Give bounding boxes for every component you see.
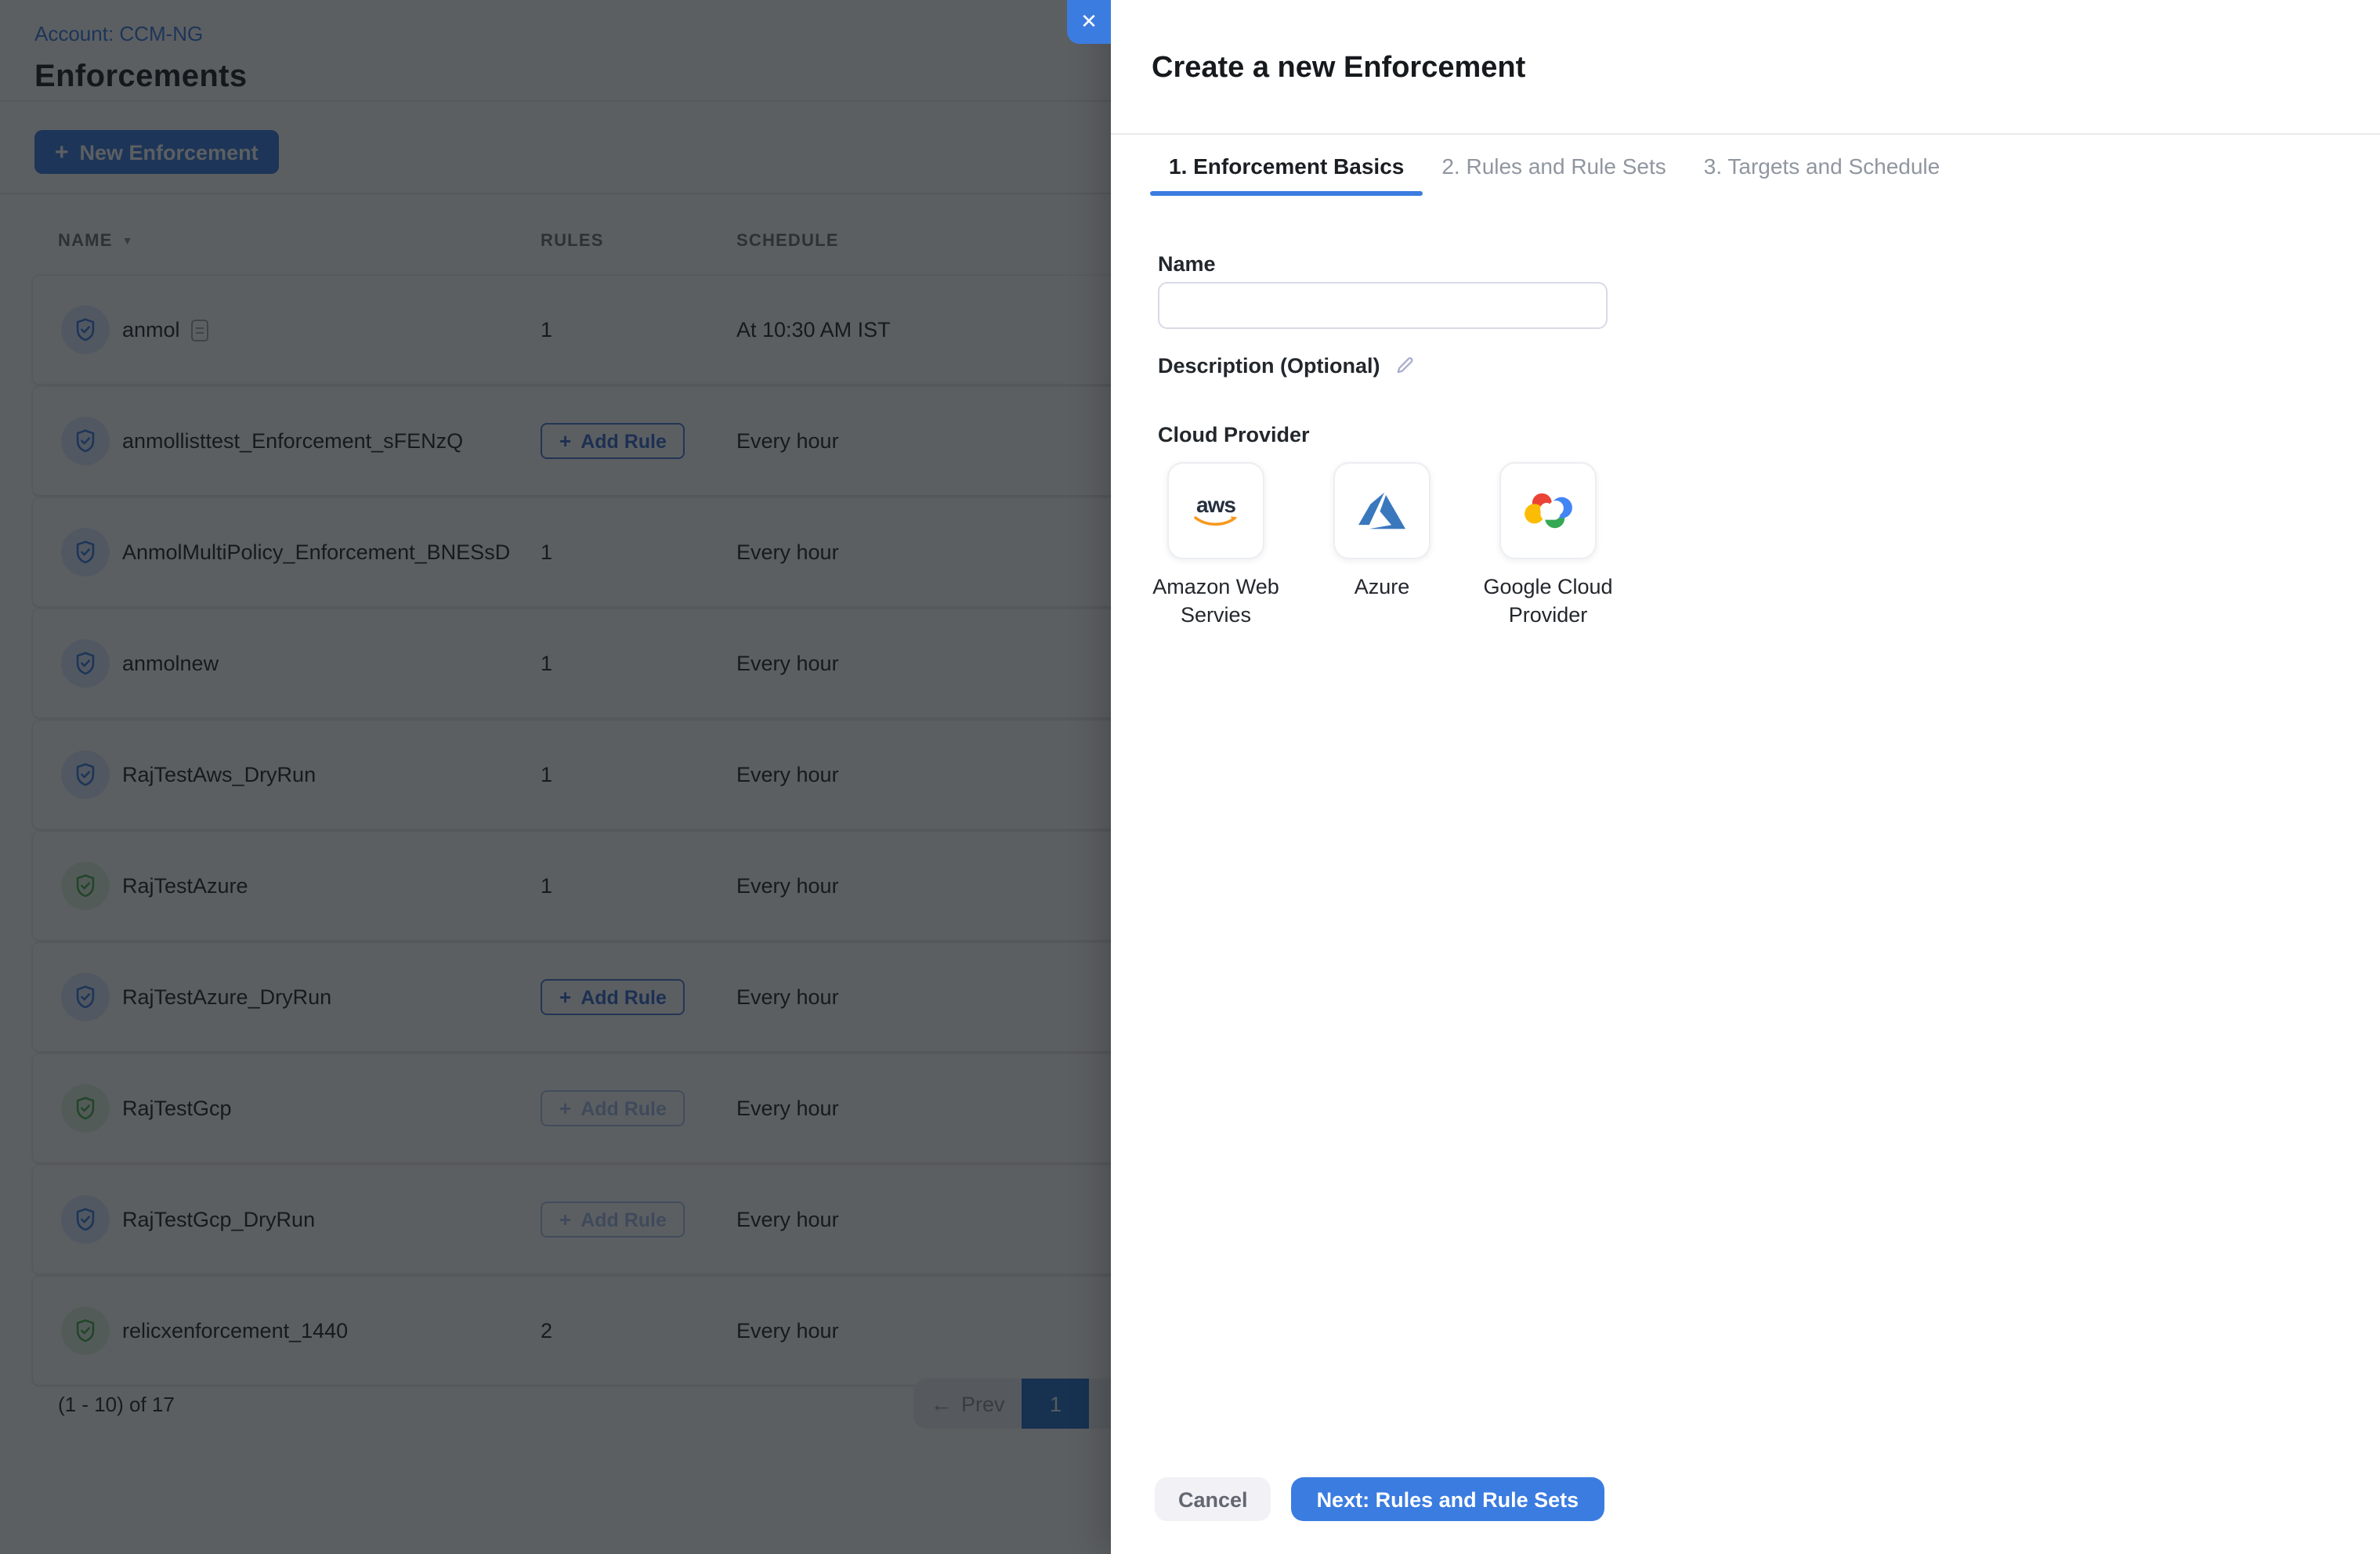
provider-option-aws[interactable]: aws Amazon Web Servies bbox=[1145, 462, 1286, 631]
tab-step-2[interactable]: 2. Rules and Rule Sets bbox=[1423, 135, 1684, 196]
close-icon: ✕ bbox=[1080, 9, 1098, 33]
name-input[interactable] bbox=[1158, 282, 1608, 329]
next-button[interactable]: Next: Rules and Rule Sets bbox=[1291, 1477, 1604, 1521]
drawer-close-button[interactable]: ✕ bbox=[1067, 0, 1111, 44]
provider-option-azure[interactable]: Azure bbox=[1311, 462, 1452, 631]
name-label: Name bbox=[1158, 252, 1216, 276]
provider-label-azure: Azure bbox=[1354, 575, 1410, 598]
aws-logo-icon: aws bbox=[1192, 493, 1239, 529]
app: Account: CCM-NG Enforcements + New Enfor… bbox=[0, 0, 2380, 1554]
cancel-button[interactable]: Cancel bbox=[1155, 1477, 1271, 1521]
provider-card-gcp[interactable] bbox=[1499, 462, 1597, 559]
create-enforcement-drawer: Create a new Enforcement 1. Enforcement … bbox=[1111, 0, 2380, 1554]
provider-card-azure[interactable] bbox=[1333, 462, 1431, 559]
provider-option-gcp[interactable]: Google Cloud Provider bbox=[1478, 462, 1619, 631]
provider-label-aws: Amazon Web Servies bbox=[1152, 575, 1279, 627]
cloud-provider-label: Cloud Provider bbox=[1158, 423, 1310, 446]
azure-logo-icon bbox=[1358, 492, 1405, 529]
tab-step-3[interactable]: 3. Targets and Schedule bbox=[1685, 135, 1959, 196]
tab-step-1[interactable]: 1. Enforcement Basics bbox=[1150, 135, 1423, 196]
provider-card-aws[interactable]: aws bbox=[1167, 462, 1264, 559]
description-row: Description (Optional) bbox=[1158, 354, 2380, 378]
description-label: Description (Optional) bbox=[1158, 354, 1380, 378]
drawer-footer: Cancel Next: Rules and Rule Sets bbox=[1155, 1477, 1604, 1521]
edit-description-icon[interactable] bbox=[1394, 356, 1415, 376]
drawer-tabs: 1. Enforcement Basics 2. Rules and Rule S… bbox=[1150, 135, 2380, 196]
drawer-title: Create a new Enforcement bbox=[1152, 52, 1526, 85]
gcp-logo-icon bbox=[1524, 492, 1572, 528]
enforcement-basics-form: Name Description (Optional) Cloud Provid… bbox=[1111, 196, 2380, 631]
cloud-provider-options: aws Amazon Web Servies Azure Google Clou… bbox=[1145, 462, 2380, 631]
provider-label-gcp: Google Cloud Provider bbox=[1483, 575, 1613, 627]
